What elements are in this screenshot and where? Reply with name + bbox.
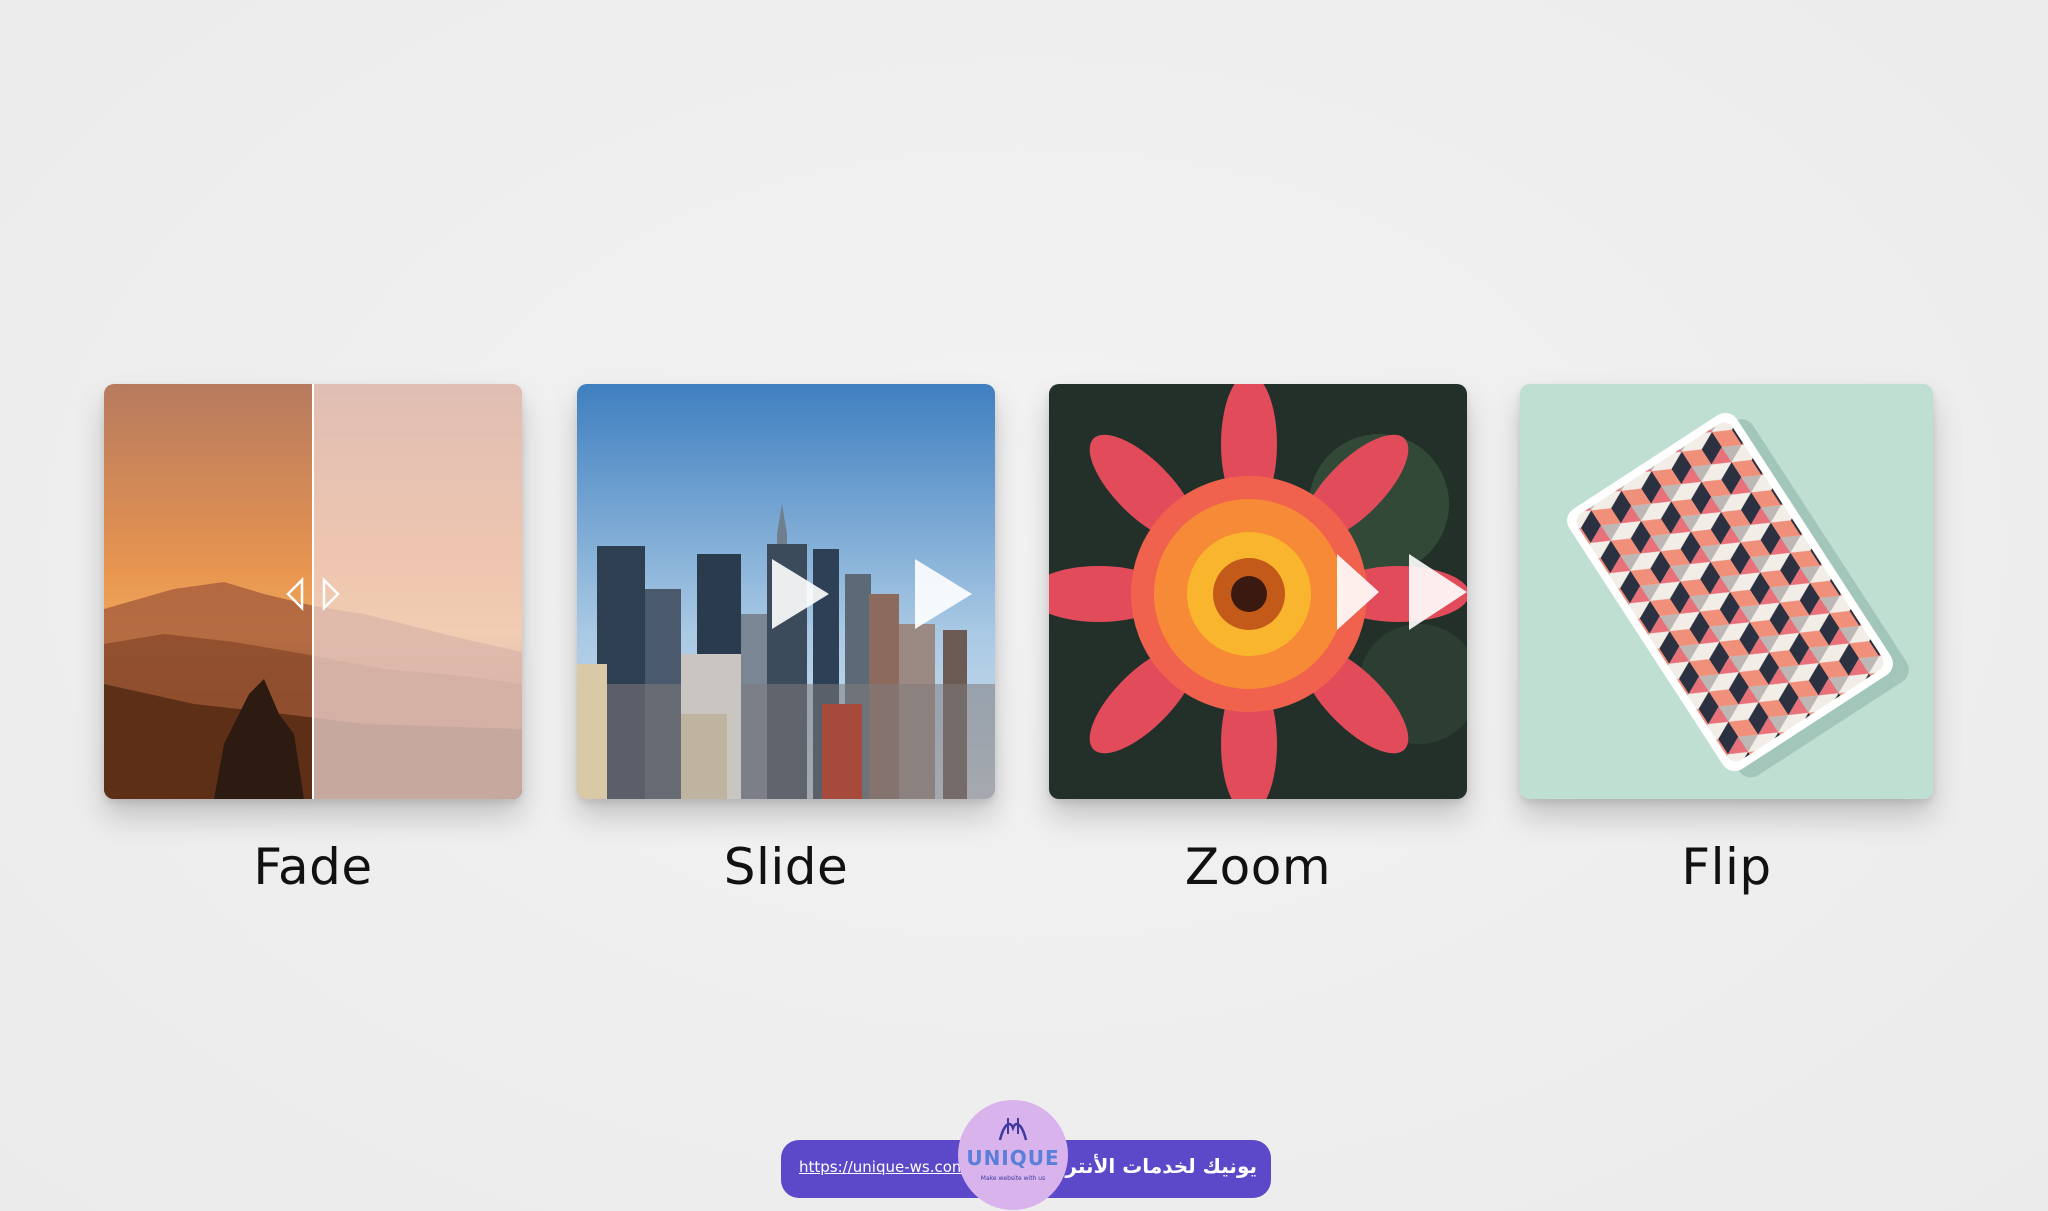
zoom-preview-card[interactable] (1049, 384, 1467, 799)
slide-preview-card[interactable] (577, 384, 995, 799)
slide-label: Slide (723, 838, 849, 896)
zoom-flower-image (1049, 384, 1467, 799)
fade-mountain-image (104, 384, 522, 799)
brand-logo: UNIQUE Make website with us (958, 1100, 1068, 1210)
fade-preview-card[interactable] (104, 384, 522, 799)
website-link[interactable]: https://unique-ws.com (799, 1158, 967, 1176)
fade-label: Fade (253, 838, 373, 896)
flip-card-image (1520, 384, 1933, 799)
logo-tagline: Make website with us (980, 1175, 1046, 1182)
calligraphy-logo-icon (998, 1118, 1028, 1141)
flip-label: Flip (1681, 838, 1772, 896)
flip-preview-card[interactable] (1520, 384, 1933, 799)
brand-arabic-name: يونيك لخدمات الأنترنت (1036, 1154, 1257, 1178)
zoom-label: Zoom (1184, 838, 1332, 896)
slide-city-image (577, 384, 995, 799)
logo-wordmark: UNIQUE (966, 1146, 1060, 1170)
